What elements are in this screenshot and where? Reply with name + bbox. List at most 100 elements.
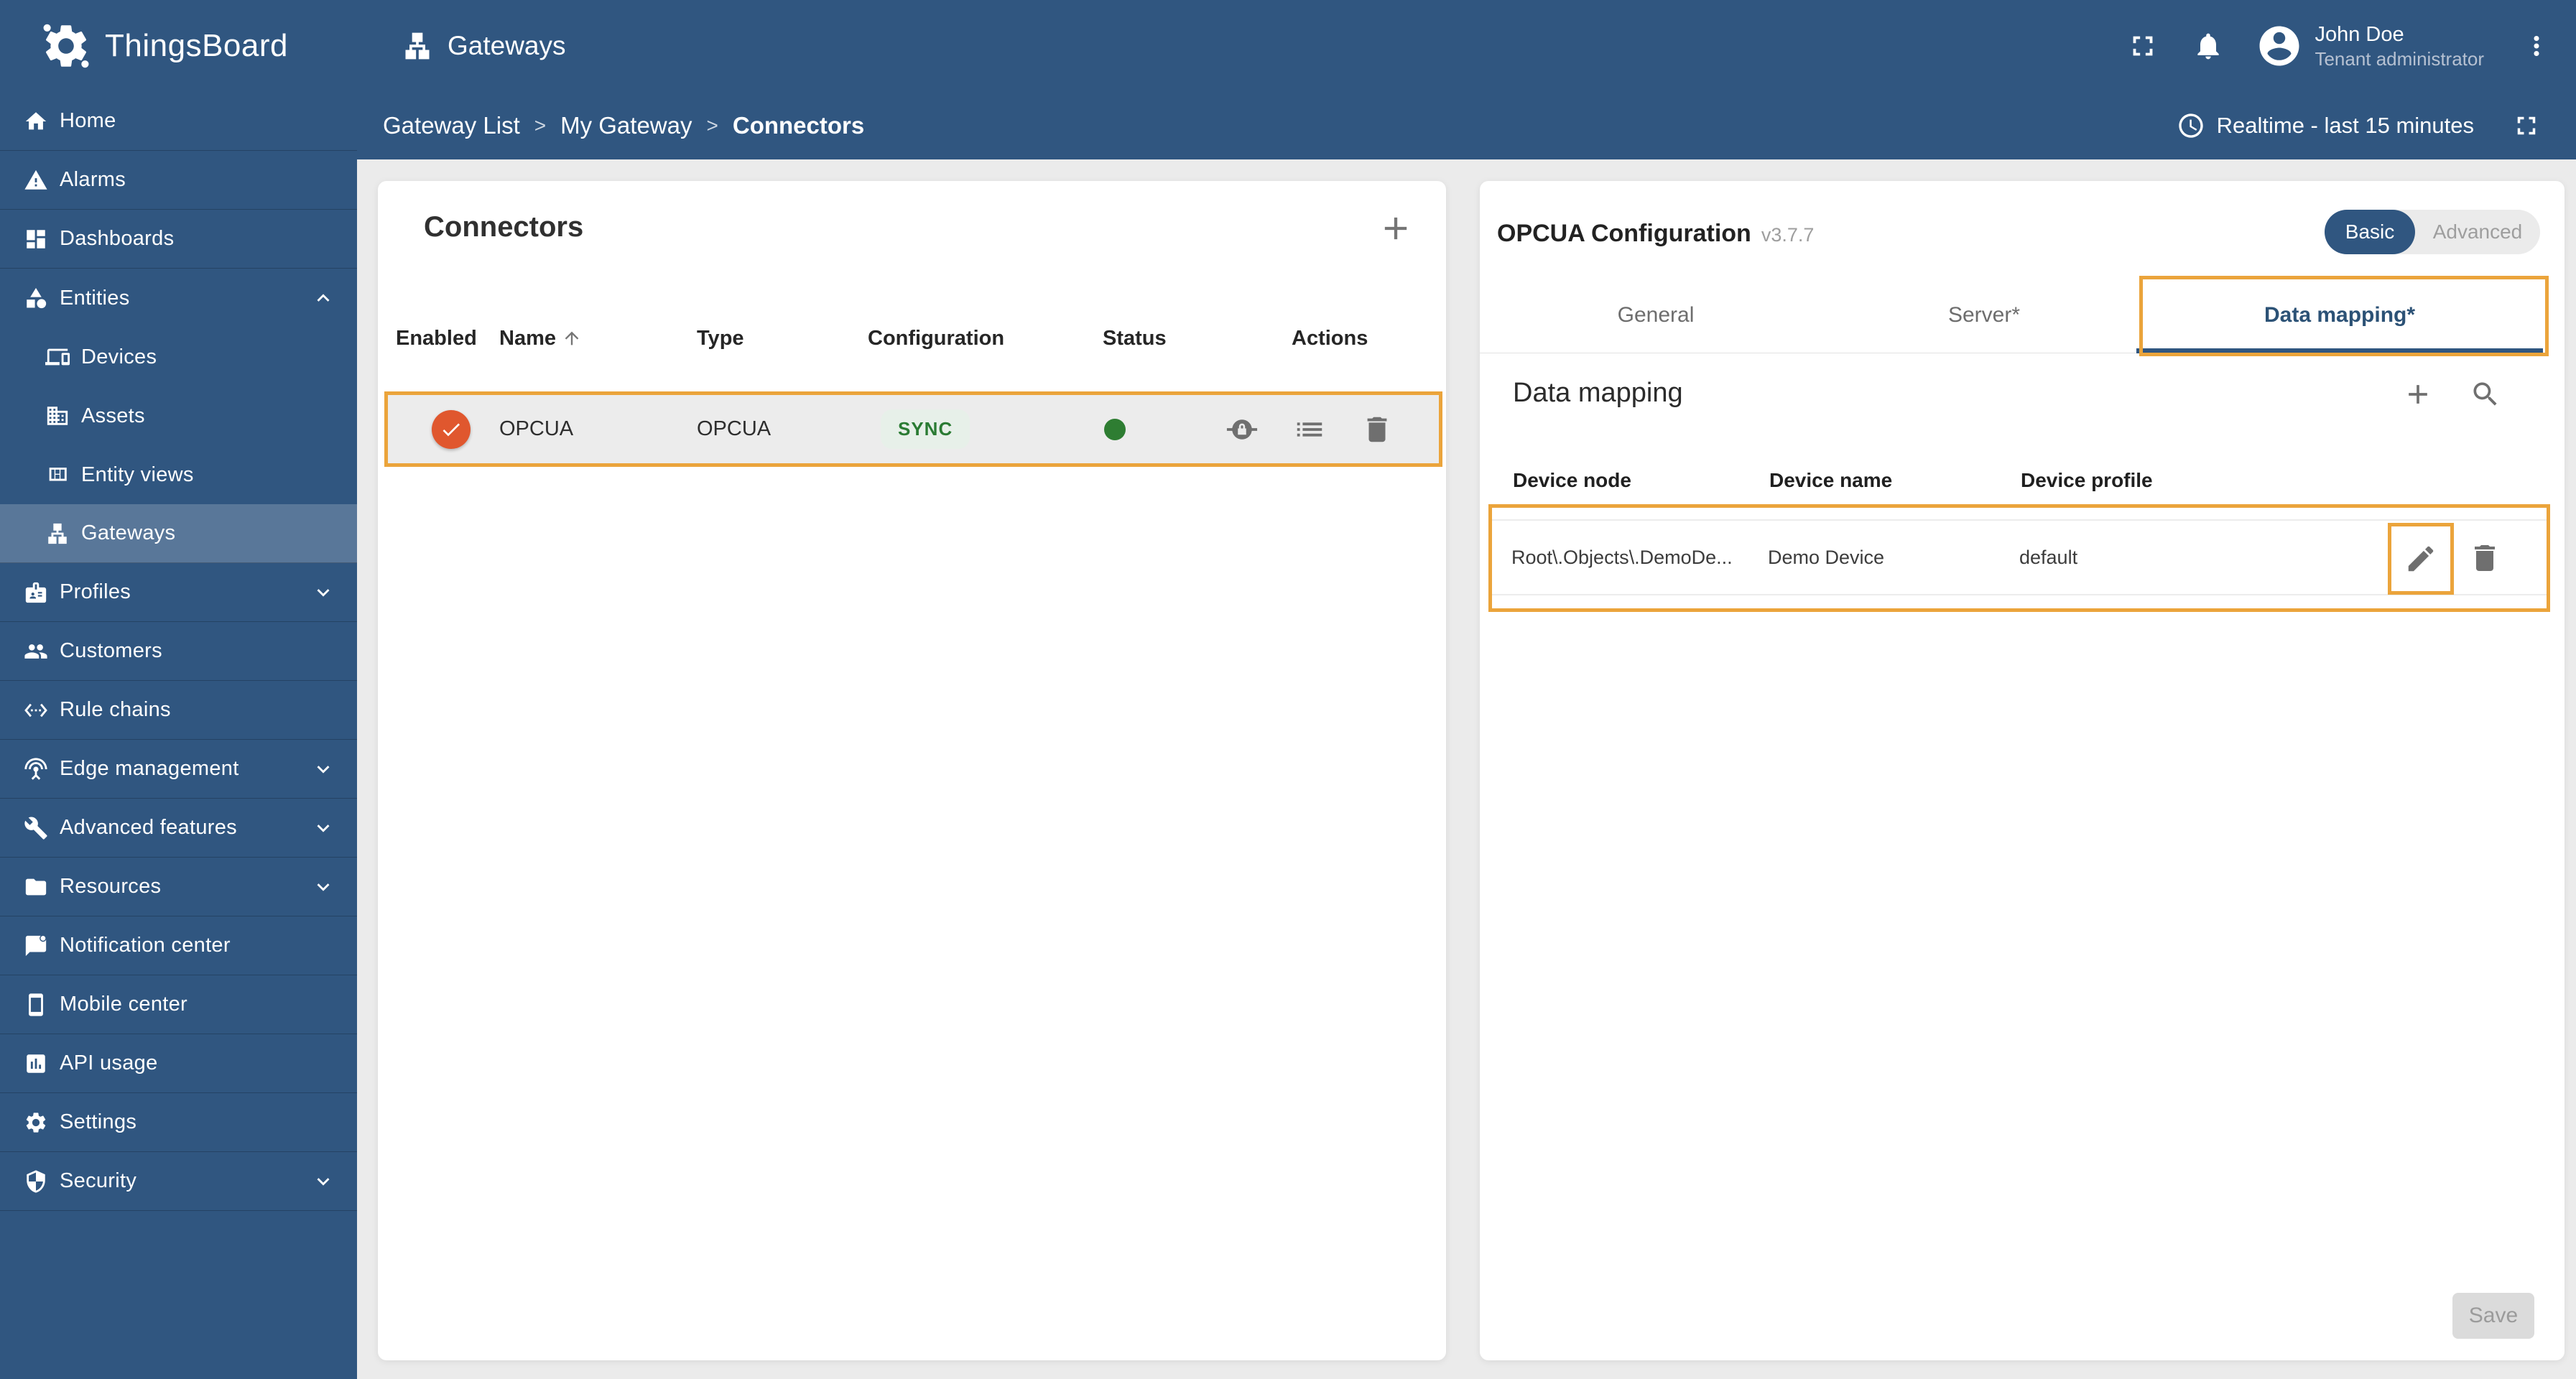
device-name-value: Demo Device — [1768, 546, 1885, 568]
breadcrumb-separator: > — [706, 114, 718, 136]
sidebar-item-api-usage[interactable]: API usage — [0, 1034, 357, 1093]
sidebar-item-assets[interactable]: Assets — [0, 386, 357, 445]
sidebar-item-security[interactable]: Security — [0, 1152, 357, 1211]
user-role: Tenant administrator — [2315, 47, 2484, 70]
config-version: v3.7.7 — [1761, 224, 1815, 246]
antenna-icon — [24, 757, 48, 781]
sidebar-item-resources[interactable]: Resources — [0, 858, 357, 916]
chevron-down-icon — [311, 757, 335, 781]
chevron-down-icon — [311, 1169, 335, 1194]
save-button[interactable]: Save — [2452, 1293, 2534, 1339]
breadcrumb-connectors: Connectors — [732, 112, 865, 139]
topbar-actions: John Doe Tenant administrator — [2126, 22, 2552, 71]
notifications-bell-icon[interactable] — [2192, 30, 2224, 62]
col-name[interactable]: Name — [499, 327, 697, 350]
building-icon — [45, 404, 70, 428]
user-info[interactable]: John Doe Tenant administrator — [2315, 22, 2484, 71]
chevron-up-icon — [311, 286, 335, 310]
col-configuration: Configuration — [868, 326, 1005, 350]
sidebar-item-entity-views[interactable]: Entity views — [0, 445, 357, 504]
delete-mapping-icon[interactable] — [2468, 541, 2502, 575]
tab-data-mapping[interactable]: Data mapping* — [2136, 277, 2543, 353]
col-enabled: Enabled — [396, 326, 477, 350]
breadcrumb-separator: > — [534, 114, 547, 136]
chevron-down-icon — [311, 875, 335, 899]
edit-pencil-icon[interactable] — [2404, 542, 2437, 575]
config-title-row: OPCUA Configuration v3.7.7 — [1497, 220, 1814, 248]
main-content: Connectors Enabled Name Type Configurati… — [357, 159, 2576, 1379]
col-device-name: Device name — [1769, 469, 1893, 491]
breadcrumb-my-gateway[interactable]: My Gateway — [560, 112, 692, 139]
timewindow-control[interactable]: Realtime - last 15 minutes — [2177, 111, 2474, 140]
tab-server[interactable]: Server* — [1832, 277, 2136, 353]
sidebar-item-rule-chains[interactable]: Rule chains — [0, 681, 357, 740]
sidebar-item-devices[interactable]: Devices — [0, 328, 357, 386]
col-status: Status — [1103, 326, 1167, 350]
connectors-table-header: Enabled Name Type Configuration Status A… — [378, 310, 1446, 366]
connector-name: OPCUA — [499, 417, 574, 440]
add-connector-button[interactable] — [1377, 210, 1414, 247]
thingsboard-logo-icon — [40, 20, 92, 72]
mapping-table-header: Device node Device name Device profile — [1513, 463, 2550, 498]
sidebar-item-advanced-features[interactable]: Advanced features — [0, 799, 357, 858]
sidebar-item-settings[interactable]: Settings — [0, 1093, 357, 1152]
sync-badge: SYNC — [881, 409, 970, 449]
table-row[interactable]: OPCUA OPCUA SYNC — [388, 395, 1439, 463]
search-icon[interactable] — [2470, 379, 2501, 410]
breadcrumb-gateway-list[interactable]: Gateway List — [383, 112, 520, 139]
tools-icon — [24, 816, 48, 840]
sidebar-item-edge-management[interactable]: Edge management — [0, 740, 357, 799]
gateways-sitemap-icon — [402, 30, 433, 62]
logs-list-icon[interactable] — [1293, 413, 1326, 446]
sidebar-item-home[interactable]: Home — [0, 92, 357, 151]
chevron-down-icon — [311, 816, 335, 840]
page-title: Gateways — [447, 31, 566, 60]
enabled-toggle[interactable] — [407, 409, 471, 449]
sidebar-item-notification-center[interactable]: Notification center — [0, 916, 357, 975]
sidebar-item-customers[interactable]: Customers — [0, 622, 357, 681]
connector-type: OPCUA — [697, 417, 772, 440]
smartphone-icon — [24, 993, 48, 1017]
opcua-config-panel: OPCUA Configuration v3.7.7 Basic Advance… — [1480, 181, 2565, 1360]
sidebar-item-gateways[interactable]: Gateways — [0, 504, 357, 563]
sidebar-item-dashboards[interactable]: Dashboards — [0, 210, 357, 269]
data-mapping-title: Data mapping — [1513, 378, 1683, 408]
mode-basic[interactable]: Basic — [2325, 210, 2415, 254]
sidebar-item-entities[interactable]: Entities — [0, 269, 357, 328]
breadcrumb-bar: Gateway List > My Gateway > Connectors R… — [357, 92, 2576, 159]
devices-icon — [45, 345, 70, 369]
delete-connector-icon[interactable] — [1361, 413, 1394, 446]
mode-advanced[interactable]: Advanced — [2415, 220, 2540, 243]
more-vert-icon[interactable] — [2521, 31, 2552, 61]
sidebar-item-alarms[interactable]: Alarms — [0, 151, 357, 210]
message-icon — [24, 934, 48, 958]
sidebar-item-profiles[interactable]: Profiles — [0, 563, 357, 622]
warning-icon — [24, 168, 48, 192]
ethernet-icon — [24, 698, 48, 723]
brand[interactable]: ThingsBoard — [40, 20, 288, 72]
toggle-check-icon — [432, 409, 471, 449]
top-app-bar: ThingsBoard Gateways John Doe Tenant adm… — [0, 0, 2576, 92]
home-icon — [24, 109, 48, 134]
col-device-node: Device node — [1513, 469, 1631, 491]
tab-general[interactable]: General — [1480, 277, 1832, 353]
fullscreen-icon[interactable] — [2126, 29, 2159, 62]
add-mapping-button[interactable] — [2402, 379, 2434, 410]
mode-toggle[interactable]: Basic Advanced — [2325, 210, 2540, 254]
people-icon — [24, 639, 48, 664]
connectors-title: Connectors — [424, 211, 584, 243]
brand-name: ThingsBoard — [105, 28, 288, 63]
device-node-value: Root\.Objects\.DemoDe... — [1511, 546, 1733, 568]
bar-chart-icon — [24, 1051, 48, 1076]
dashboard-fullscreen-icon[interactable] — [2511, 111, 2542, 141]
shield-icon — [24, 1169, 48, 1194]
sidebar-item-mobile-center[interactable]: Mobile center — [0, 975, 357, 1034]
col-actions: Actions — [1292, 326, 1368, 350]
rpc-lock-icon[interactable] — [1226, 413, 1259, 446]
user-avatar[interactable] — [2256, 22, 2303, 70]
category-icon — [24, 286, 48, 310]
edit-button-highlight — [2388, 523, 2454, 595]
sort-asc-icon — [562, 328, 582, 348]
config-tabs: General Server* Data mapping* — [1480, 277, 2543, 353]
user-name: John Doe — [2315, 22, 2404, 46]
